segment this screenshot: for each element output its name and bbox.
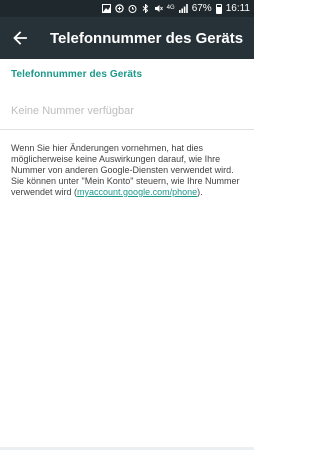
- app-bar: Telefonnummer des Geräts: [0, 17, 254, 59]
- divider: [0, 129, 254, 130]
- battery-percent: 67%: [191, 2, 212, 14]
- phone-number-field[interactable]: Keine Nummer verfügbar: [11, 105, 134, 117]
- alarm-icon: [128, 4, 137, 13]
- phone-number-placeholder: Keine Nummer verfügbar: [11, 105, 134, 117]
- page-title: Telefonnummer des Geräts: [50, 29, 244, 47]
- battery-icon: [215, 3, 222, 14]
- info-text-end: ).: [197, 187, 203, 197]
- status-bar: 4G 67% 16:11: [0, 0, 254, 17]
- myaccount-link[interactable]: myaccount.google.com/phone: [77, 187, 197, 197]
- image-icon: [101, 4, 111, 13]
- clock: 16:11: [225, 2, 250, 14]
- arrow-back-icon: [13, 31, 27, 45]
- mute-icon: [154, 4, 163, 13]
- signal-icon: [178, 4, 188, 13]
- network-type: 4G: [166, 5, 175, 11]
- data-saver-icon: [114, 4, 124, 13]
- bluetooth-icon: [141, 3, 150, 14]
- back-button[interactable]: [0, 17, 40, 59]
- section-title: Telefonnummer des Geräts: [11, 69, 143, 80]
- info-text: Wenn Sie hier Änderungen vornehmen, hat …: [11, 143, 247, 198]
